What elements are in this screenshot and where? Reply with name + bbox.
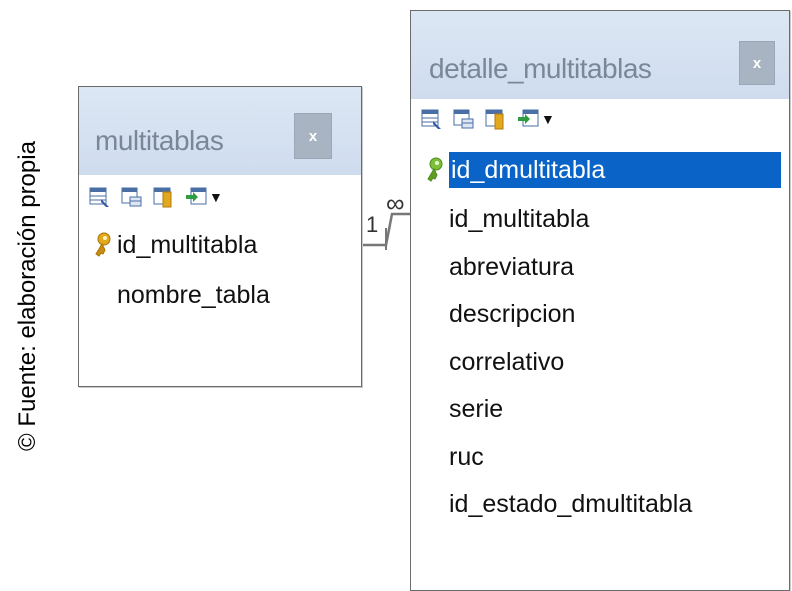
column-row[interactable]: nombre_tabla: [79, 277, 361, 313]
column-row[interactable]: id_estado_dmultitabla: [411, 486, 789, 522]
column-name: id_dmultitabla: [449, 152, 781, 188]
table-body: ▼ id_multitabla nombre_tabla: [79, 175, 361, 386]
table-title: detalle_multitablas: [429, 53, 652, 84]
table-view-icon[interactable]: [89, 186, 111, 208]
column-row[interactable]: abreviatura: [411, 249, 789, 285]
key-table-icon[interactable]: [485, 108, 507, 130]
grid-icon[interactable]: [121, 186, 143, 208]
close-button[interactable]: x: [294, 113, 332, 159]
table-header[interactable]: multitablas x: [79, 87, 361, 175]
column-row[interactable]: descripcion: [411, 296, 789, 332]
column-row[interactable]: serie: [411, 391, 789, 427]
column-name: abreviatura: [449, 252, 575, 281]
close-icon: x: [752, 54, 762, 72]
table-title: multitablas: [95, 125, 224, 156]
key-table-icon[interactable]: [153, 186, 175, 208]
relationship-one-label: 1: [366, 212, 379, 237]
primary-key-icon: [91, 232, 113, 258]
table-toolbar: ▼: [89, 183, 223, 211]
grid-icon[interactable]: [453, 108, 475, 130]
table-header[interactable]: detalle_multitablas x: [411, 11, 789, 99]
table-body: ▼ id_dmultitabla id_multitabla abreviatu…: [411, 99, 789, 590]
dropdown-arrow-icon[interactable]: ▼: [541, 111, 555, 127]
column-name: id_estado_dmultitabla: [449, 489, 693, 518]
column-name: id_multitabla: [117, 230, 258, 259]
dropdown-arrow-icon[interactable]: ▼: [209, 189, 223, 205]
column-row[interactable]: id_multitabla: [411, 201, 789, 237]
column-name: descripcion: [449, 299, 576, 328]
table-multitablas[interactable]: multitablas x ▼ id_multitabla nombre_tab…: [78, 86, 362, 387]
column-name: id_multitabla: [449, 204, 590, 233]
import-icon[interactable]: [517, 108, 539, 130]
close-icon: x: [308, 127, 318, 145]
table-detalle-multitablas[interactable]: detalle_multitablas x ▼ id_dmultitabla i…: [410, 10, 790, 591]
column-name: ruc: [449, 442, 484, 471]
close-button[interactable]: x: [739, 41, 775, 85]
table-view-icon[interactable]: [421, 108, 443, 130]
column-name: correlativo: [449, 347, 565, 376]
column-row[interactable]: ruc: [411, 439, 789, 475]
column-row[interactable]: id_multitabla: [79, 227, 361, 263]
column-row[interactable]: correlativo: [411, 344, 789, 380]
table-toolbar: ▼: [421, 105, 555, 133]
column-name: serie: [449, 394, 504, 423]
relationship-many-symbol: ∞: [386, 188, 405, 218]
import-icon[interactable]: [185, 186, 207, 208]
column-name: nombre_tabla: [117, 280, 270, 309]
primary-key-icon: [423, 157, 445, 183]
column-row-selected[interactable]: id_dmultitabla: [411, 152, 789, 188]
